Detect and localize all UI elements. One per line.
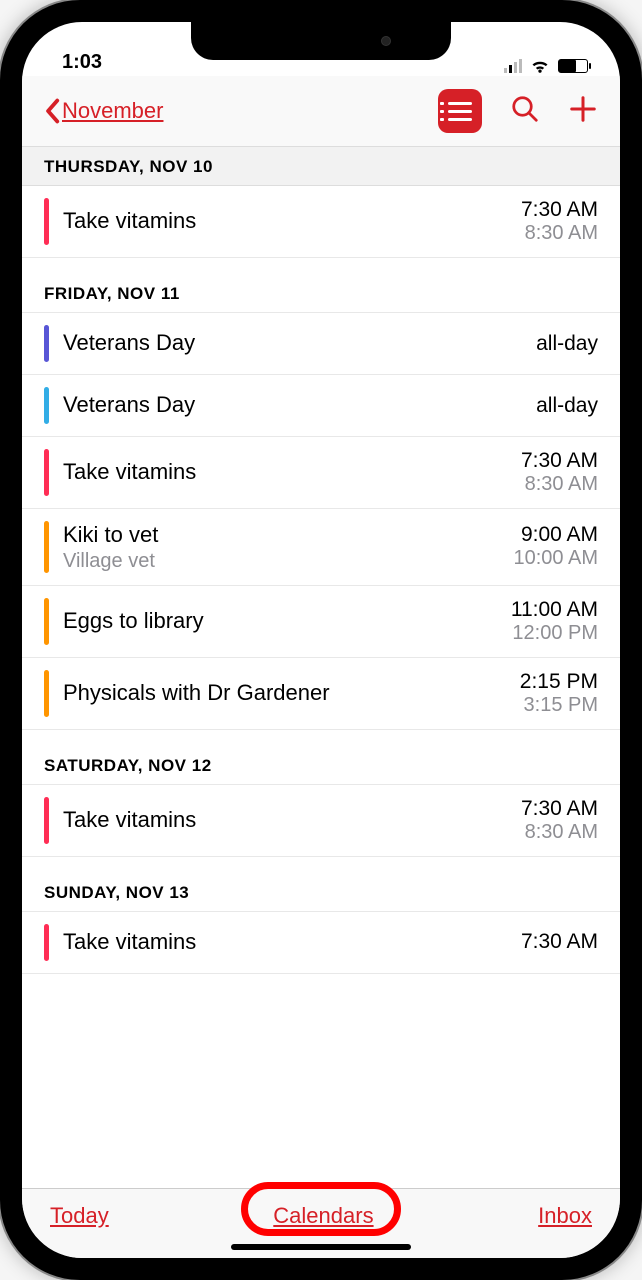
- event-end-time: 12:00 PM: [488, 622, 598, 645]
- event-color-bar: [44, 449, 49, 496]
- back-button[interactable]: November: [44, 98, 163, 124]
- plus-icon: [568, 94, 598, 124]
- event-title: Kiki to vet: [63, 521, 488, 550]
- status-indicators: [504, 58, 588, 74]
- list-view-button[interactable]: [438, 89, 482, 133]
- event-title: Take vitamins: [63, 806, 488, 835]
- event-color-bar: [44, 521, 49, 573]
- home-indicator[interactable]: [231, 1244, 411, 1250]
- section-header: SATURDAY, NOV 12: [22, 730, 620, 785]
- event-end-time: 8:30 AM: [488, 821, 598, 844]
- event-row[interactable]: Physicals with Dr Gardener2:15 PM3:15 PM: [22, 658, 620, 730]
- event-color-bar: [44, 325, 49, 362]
- event-row[interactable]: Eggs to library11:00 AM12:00 PM: [22, 586, 620, 658]
- calendars-button[interactable]: Calendars: [273, 1203, 373, 1229]
- chevron-left-icon: [44, 98, 60, 124]
- event-end-time: 10:00 AM: [488, 547, 598, 570]
- event-row[interactable]: Veterans Dayall-day: [22, 375, 620, 437]
- event-color-bar: [44, 198, 49, 245]
- event-start-time: all-day: [488, 394, 598, 418]
- event-color-bar: [44, 387, 49, 424]
- signal-icon: [504, 59, 522, 73]
- event-title: Eggs to library: [63, 607, 488, 636]
- event-title: Veterans Day: [63, 391, 488, 420]
- event-start-time: all-day: [488, 332, 598, 356]
- event-row[interactable]: Kiki to vetVillage vet9:00 AM10:00 AM: [22, 509, 620, 586]
- event-row[interactable]: Take vitamins7:30 AM: [22, 912, 620, 974]
- event-color-bar: [44, 797, 49, 844]
- event-title: Take vitamins: [63, 458, 488, 487]
- wifi-icon: [530, 58, 550, 74]
- navigation-bar: November: [22, 76, 620, 146]
- back-label: November: [62, 98, 163, 124]
- event-row[interactable]: Take vitamins7:30 AM8:30 AM: [22, 785, 620, 857]
- event-start-time: 7:30 AM: [488, 449, 598, 473]
- event-list[interactable]: THURSDAY, NOV 10Take vitamins7:30 AM8:30…: [22, 146, 620, 1188]
- today-button[interactable]: Today: [50, 1203, 109, 1229]
- event-start-time: 7:30 AM: [488, 930, 598, 954]
- event-color-bar: [44, 670, 49, 717]
- event-start-time: 9:00 AM: [488, 523, 598, 547]
- event-end-time: 8:30 AM: [488, 473, 598, 496]
- add-event-button[interactable]: [568, 94, 598, 129]
- event-row[interactable]: Veterans Dayall-day: [22, 313, 620, 375]
- section-header: FRIDAY, NOV 11: [22, 258, 620, 313]
- event-subtitle: Village vet: [63, 550, 488, 573]
- section-header: SUNDAY, NOV 13: [22, 857, 620, 912]
- event-title: Physicals with Dr Gardener: [63, 679, 488, 708]
- event-color-bar: [44, 924, 49, 961]
- event-row[interactable]: Take vitamins7:30 AM8:30 AM: [22, 186, 620, 258]
- event-start-time: 2:15 PM: [488, 670, 598, 694]
- search-icon: [510, 94, 540, 124]
- event-color-bar: [44, 598, 49, 645]
- search-button[interactable]: [510, 94, 540, 129]
- battery-icon: [558, 59, 588, 73]
- event-start-time: 11:00 AM: [488, 598, 598, 622]
- event-end-time: 8:30 AM: [488, 222, 598, 245]
- inbox-button[interactable]: Inbox: [538, 1203, 592, 1229]
- section-header: THURSDAY, NOV 10: [22, 146, 620, 186]
- event-start-time: 7:30 AM: [488, 797, 598, 821]
- event-title: Take vitamins: [63, 928, 488, 957]
- event-title: Veterans Day: [63, 329, 488, 358]
- event-row[interactable]: Take vitamins7:30 AM8:30 AM: [22, 437, 620, 509]
- event-start-time: 7:30 AM: [488, 198, 598, 222]
- event-title: Take vitamins: [63, 207, 488, 236]
- event-end-time: 3:15 PM: [488, 694, 598, 717]
- status-time: 1:03: [62, 51, 102, 74]
